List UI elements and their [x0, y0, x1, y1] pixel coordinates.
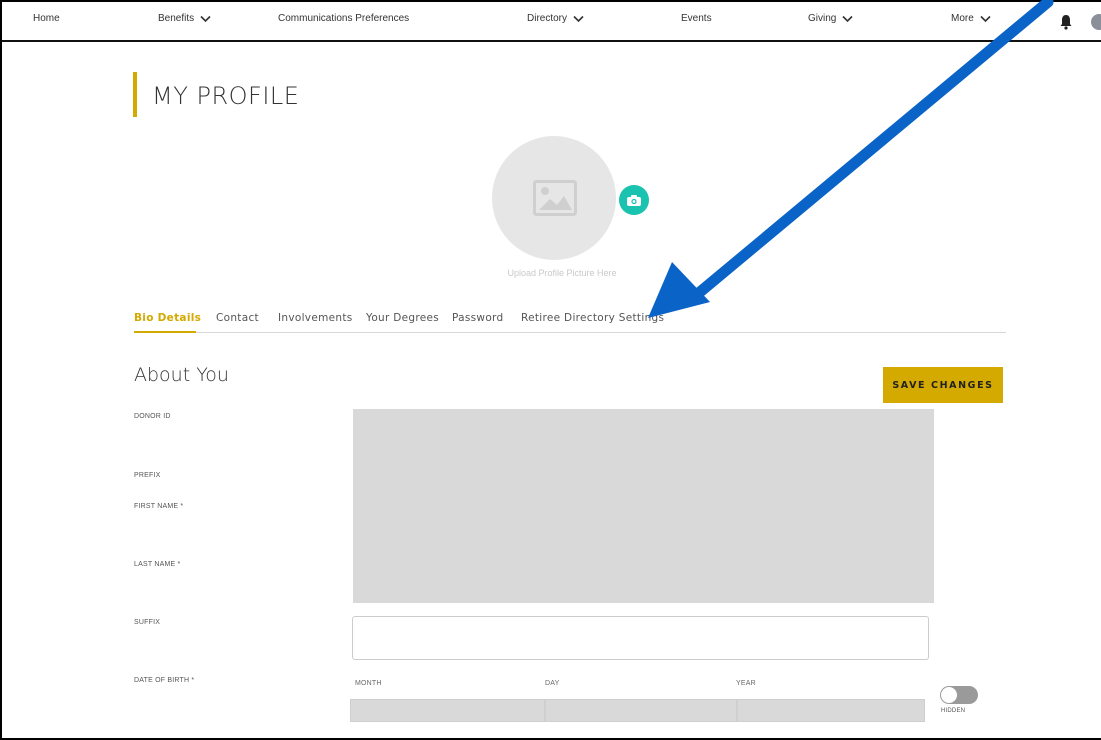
camera-upload-button[interactable]	[619, 185, 649, 215]
page-title: MY PROFILE	[152, 82, 300, 110]
nav-communications-label: Communications Preferences	[278, 13, 410, 24]
camera-icon	[627, 194, 641, 206]
first-name-label: FIRST NAME *	[134, 503, 184, 510]
save-changes-button[interactable]: SAVE CHANGES	[883, 367, 1003, 403]
dob-month-select[interactable]	[350, 699, 545, 722]
top-nav: Home Benefits Communications Preferences…	[2, 2, 1101, 42]
nav-more[interactable]: More	[951, 13, 991, 24]
nav-more-label: More	[951, 13, 974, 24]
tab-retiree-directory-settings[interactable]: Retiree Directory Settings	[521, 312, 664, 324]
section-title: About You	[134, 364, 229, 386]
tab-involvements[interactable]: Involvements	[278, 312, 353, 324]
last-name-label: LAST NAME *	[134, 561, 181, 568]
title-accent-bar	[133, 72, 137, 117]
bell-icon[interactable]	[1059, 14, 1073, 30]
tab-contact[interactable]: Contact	[216, 312, 259, 324]
nav-events-label: Events	[681, 13, 712, 24]
chevron-down-icon	[573, 15, 584, 22]
nav-home-label: Home	[33, 13, 60, 24]
image-placeholder-icon	[533, 180, 577, 216]
nav-directory-label: Directory	[527, 13, 568, 24]
nav-giving[interactable]: Giving	[808, 13, 853, 24]
toggle-knob	[941, 687, 957, 703]
tab-password[interactable]: Password	[452, 312, 503, 324]
prefix-label: PREFIX	[134, 472, 161, 479]
hidden-toggle-label: HIDDEN	[941, 708, 966, 714]
dob-month-label: MONTH	[355, 680, 382, 687]
tabs-divider	[134, 332, 1006, 333]
dob-day-select[interactable]	[545, 699, 737, 722]
upload-picture-label: Upload Profile Picture Here	[507, 268, 617, 278]
dob-year-label: YEAR	[736, 680, 756, 687]
nav-benefits[interactable]: Benefits	[158, 13, 211, 24]
dob-hidden-toggle[interactable]	[940, 686, 978, 704]
tab-your-degrees[interactable]: Your Degrees	[366, 312, 439, 324]
suffix-label: SUFFIX	[134, 619, 161, 626]
chevron-down-icon	[200, 15, 211, 22]
nav-giving-label: Giving	[808, 13, 837, 24]
dob-year-select[interactable]	[737, 699, 925, 722]
chevron-down-icon	[842, 15, 853, 22]
suffix-field[interactable]	[352, 616, 929, 660]
nav-home[interactable]: Home	[33, 13, 60, 24]
nav-benefits-label: Benefits	[158, 13, 195, 24]
active-tab-indicator	[134, 331, 196, 333]
chevron-down-icon	[980, 15, 991, 22]
dob-label: DATE OF BIRTH *	[134, 677, 195, 684]
dob-day-label: DAY	[545, 680, 560, 687]
nav-communications[interactable]: Communications Preferences	[278, 13, 409, 24]
redacted-fields	[353, 409, 934, 603]
nav-events[interactable]: Events	[681, 13, 712, 24]
user-avatar-icon[interactable]	[1091, 14, 1101, 30]
donor-id-label: DONOR ID	[134, 413, 171, 420]
tab-bio-details[interactable]: Bio Details	[134, 312, 201, 324]
nav-directory[interactable]: Directory	[527, 13, 584, 24]
